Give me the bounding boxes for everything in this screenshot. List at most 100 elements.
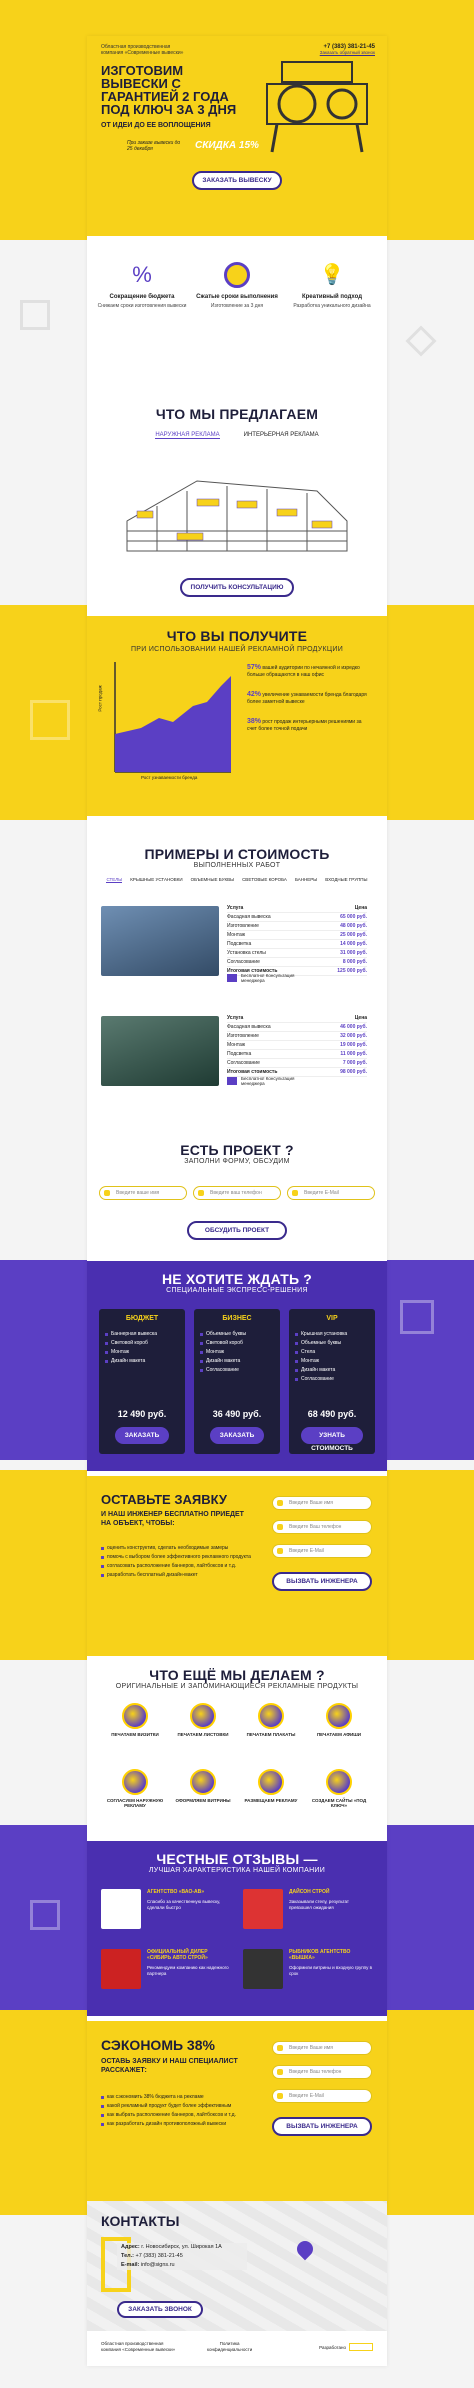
- contacts-details: Адрес: г. Новосибирск, ул. Широкая 1А Те…: [117, 2243, 247, 2270]
- plan-item: Дизайн макета: [105, 1357, 179, 1366]
- bullet-item: оценить конструктив, сделать необходимые…: [101, 1544, 261, 1553]
- tab-example[interactable]: Световые короба: [242, 877, 287, 883]
- plan-items: Баннерная вывеска Световой короб Монтаж …: [105, 1330, 179, 1366]
- plan-items: Объемные буквы Световой короб Монтаж Диз…: [200, 1330, 274, 1375]
- order-sign-button[interactable]: Заказать вывеску: [192, 171, 282, 190]
- showcase-icon: [190, 1769, 216, 1795]
- bullet-item: как выбрать расположение баннеров, лайтб…: [101, 2111, 261, 2120]
- table-row: Установка стелы 31 000 руб.: [227, 949, 367, 958]
- feature-text: Снижаем сроки изготовления вывески: [97, 303, 187, 309]
- plan-card: Бизнес Объемные буквы Световой короб Мон…: [194, 1309, 280, 1454]
- email-label: E-mail:: [121, 2262, 140, 2268]
- order-plan-button[interactable]: Заказать: [210, 1427, 264, 1444]
- stat-text: вашей аудитории по нечаянной и изредко б…: [247, 665, 360, 678]
- email-field[interactable]: Введите E-Mail: [272, 2089, 372, 2103]
- product-item: Печатаем афиши: [309, 1703, 369, 1737]
- review-company: Официальный дилер «Сибирь Авто Строй»: [147, 1949, 208, 1961]
- clock-icon: [224, 262, 250, 288]
- phone-field[interactable]: Введите ваш телефон: [193, 1186, 281, 1200]
- row-name: Фасадная вывеска: [227, 1024, 271, 1030]
- plan-item: Согласование: [295, 1375, 369, 1384]
- phone-value[interactable]: +7 (383) 381-21-45: [136, 2253, 183, 2259]
- developer-credit[interactable]: Разработано: [319, 2343, 373, 2351]
- stat-text: увеличение узнаваемости бренда благодаря…: [247, 692, 367, 705]
- review-company: Агентство «ВАО-АВ»: [147, 1889, 204, 1895]
- request-call-button[interactable]: Заказать звонок: [117, 2301, 203, 2318]
- plan-price-button[interactable]: Узнать стоимость: [301, 1427, 363, 1452]
- poster-icon: [326, 1703, 352, 1729]
- name-field[interactable]: Введите Ваше имя: [272, 1496, 372, 1510]
- review-photo: [243, 1949, 283, 1989]
- tab-outdoor[interactable]: Наружная реклама: [155, 432, 220, 439]
- examples-section: Примеры и стоимость выполненных работ Ст…: [87, 836, 387, 1136]
- row-name: Итоговая стоимость: [227, 1069, 278, 1075]
- growth-chart: Рост продаж Рост узнаваемости бренда: [98, 656, 236, 786]
- address-label: Адрес:: [121, 2244, 140, 2250]
- product-label: Размещаем рекламу: [244, 1798, 298, 1803]
- product-label: Согласуем наружную рекламу: [106, 1798, 164, 1808]
- envelope-icon: [227, 974, 237, 982]
- plan-item: Крышная установка: [295, 1330, 369, 1339]
- promo-text: При заказе вывески до 25 декабря: [127, 140, 181, 152]
- feature-title: Креативный подход: [301, 294, 363, 300]
- plan-price: 12 490 руб.: [117, 1409, 167, 1419]
- review-card: Дайсон строй Заказывали стелу, результат…: [243, 1889, 373, 1939]
- plan-name: Бизнес: [222, 1315, 252, 1322]
- tab-example[interactable]: Входные группы: [325, 877, 367, 883]
- developer-label: Разработано: [319, 2344, 346, 2350]
- row-name: Подсветка: [227, 941, 252, 947]
- company-name: Областная производственная компания «Сов…: [101, 44, 183, 56]
- price-table-header: Услуга Цена: [227, 904, 367, 913]
- bullet-item: помочь с выбором более эффективного рекл…: [101, 1553, 261, 1562]
- discuss-project-button[interactable]: Обсудить проект: [187, 1221, 287, 1240]
- name-field[interactable]: Введите ваше имя: [99, 1186, 187, 1200]
- email-field[interactable]: Введите E-Mail: [272, 1544, 372, 1558]
- product-label: Печатаем листовки: [177, 1732, 229, 1737]
- call-engineer-button[interactable]: Вызвать инженера: [272, 1572, 372, 1591]
- price-table: Услуга Цена Фасадная вывеска 46 000 руб. И…: [227, 1014, 367, 1077]
- receive-subtitle: При использовании нашей рекламной продук…: [130, 646, 344, 653]
- tab-example[interactable]: Крышные установки: [130, 877, 182, 883]
- plan-item: Стела: [295, 1348, 369, 1357]
- product-item: Оформляем витрины: [173, 1769, 233, 1803]
- feature-text: Разработка уникального дизайна: [293, 303, 371, 309]
- phone-field[interactable]: Введите Ваш телефон: [272, 1520, 372, 1534]
- tab-example[interactable]: Стелы: [106, 877, 123, 883]
- bullet-item: какой рекламный продукт будет более эффе…: [101, 2102, 261, 2111]
- review-photo: [101, 1949, 141, 1989]
- stat-percent: 38%: [247, 718, 262, 725]
- deco-square: [400, 1300, 434, 1334]
- tab-example[interactable]: Объемные буквы: [191, 877, 234, 883]
- example-photo: [101, 906, 219, 976]
- table-row: Фасадная вывеска 65 000 руб.: [227, 913, 367, 922]
- feature-text: Изготовление за 3 дня: [210, 303, 264, 309]
- product-item: Согласуем наружную рекламу: [105, 1769, 165, 1808]
- review-text: Рекомендуем компанию как надежного партн…: [147, 1965, 229, 1976]
- request-section: Оставьте заявку и наш инженер бесплатно …: [87, 1476, 387, 1656]
- tab-example[interactable]: Баннеры: [295, 877, 317, 883]
- tab-indoor[interactable]: Интерьерная реклама: [244, 432, 319, 439]
- plan-item: Согласование: [200, 1366, 274, 1375]
- phone-row: Тел.: +7 (383) 381-21-45: [121, 2252, 247, 2261]
- footer-company: Областная производственная компания «Сов…: [101, 2341, 175, 2353]
- row-name: Подсветка: [227, 1051, 252, 1057]
- phone-field[interactable]: Введите Ваш телефон: [272, 2065, 372, 2079]
- email-value[interactable]: info@signs.ru: [141, 2262, 175, 2268]
- bullet-item: как разработать дизайн противоположный в…: [101, 2120, 261, 2129]
- email-field[interactable]: Введите E-Mail: [287, 1186, 375, 1200]
- row-name: Монтаж: [227, 932, 246, 938]
- order-plan-button[interactable]: Заказать: [115, 1427, 169, 1444]
- stat-item: 57% вашей аудитории по нечаянной и изред…: [247, 664, 372, 679]
- products-subtitle: Оригинальные и запоминающиеся рекламные …: [115, 1683, 359, 1690]
- offer-tabs: Наружная реклама Интерьерная реклама: [87, 432, 387, 439]
- row-name: Фасадная вывеска: [227, 914, 271, 920]
- privacy-policy-link[interactable]: Политика конфиденциальности: [207, 2341, 252, 2353]
- bullet-item: согласовать расположение баннеров, лайтб…: [101, 1562, 261, 1571]
- get-consultation-button[interactable]: Получить консультацию: [180, 578, 294, 597]
- row-price: 19 000 руб.: [340, 1042, 367, 1048]
- plan-name: Бюджет: [125, 1315, 159, 1322]
- call-engineer-button[interactable]: Вызвать инженера: [272, 2117, 372, 2136]
- name-field[interactable]: Введите Ваше имя: [272, 2041, 372, 2055]
- request-bullets: оценить конструктив, сделать необходимые…: [101, 1544, 261, 1580]
- products-title: Что ещё мы делаем ?: [149, 1667, 325, 1683]
